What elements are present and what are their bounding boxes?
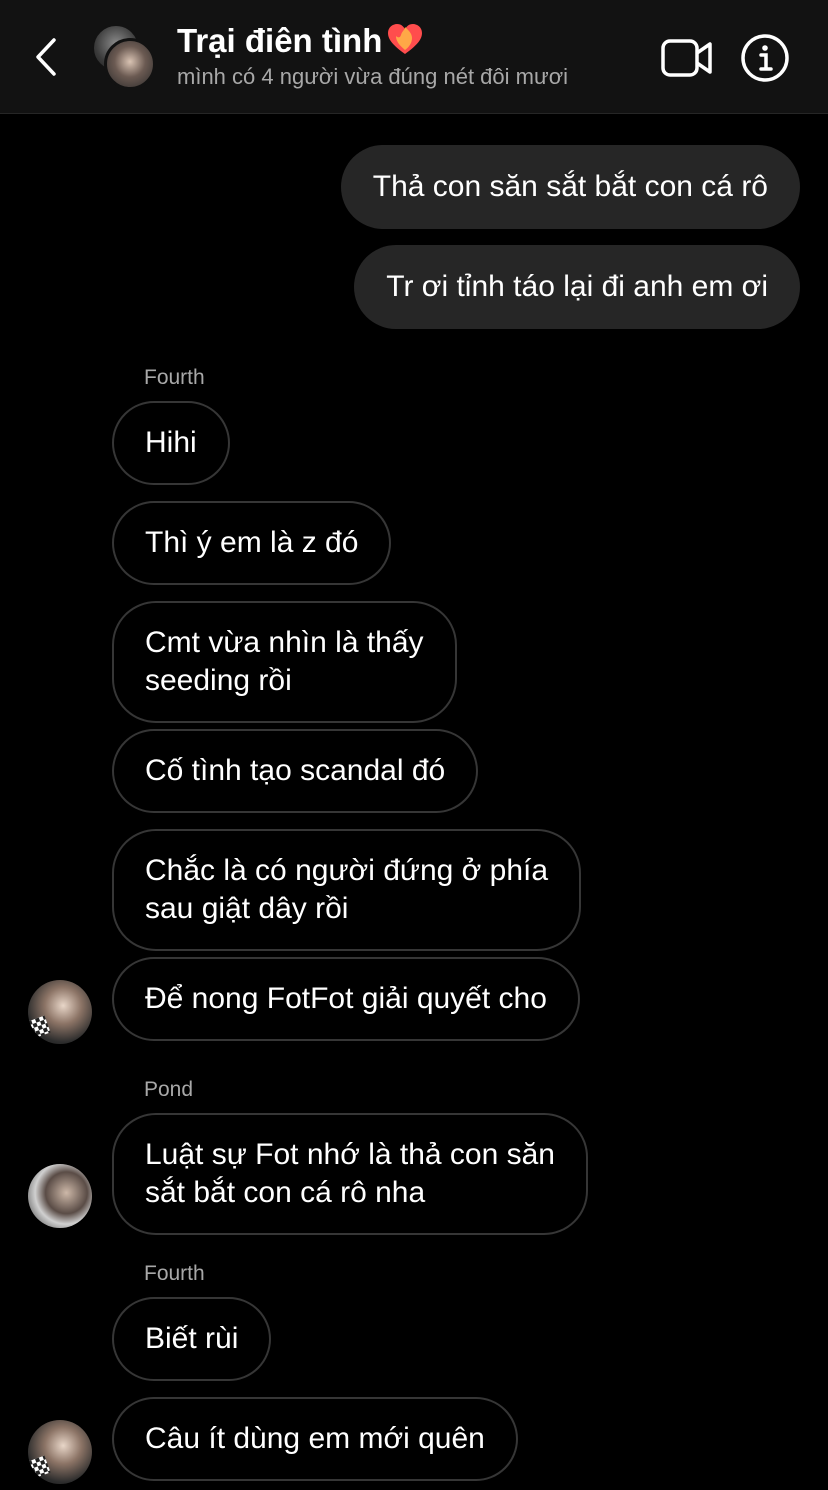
incoming-message[interactable]: Cố tình tạo scandal đó bbox=[112, 729, 479, 813]
video-call-button[interactable] bbox=[660, 36, 714, 80]
back-button[interactable] bbox=[26, 32, 66, 82]
chevron-left-icon bbox=[36, 38, 56, 76]
incoming-message[interactable]: Hihi bbox=[112, 401, 230, 485]
incoming-message[interactable]: Luật sự Fot nhớ là thả con săn sắt bắt c… bbox=[112, 1113, 588, 1235]
incoming-message[interactable]: Câu ít dùng em mới quên bbox=[112, 1397, 518, 1481]
message-text-line: sau giật dây rồi bbox=[145, 892, 349, 925]
message-text: Thì ý em là z đó bbox=[145, 526, 359, 559]
heart-on-fire-icon bbox=[388, 24, 423, 54]
message-text: Thả con săn sắt bắt con cá rô bbox=[372, 170, 768, 203]
message-text: Câu ít dùng em mới quên bbox=[145, 1422, 485, 1455]
message-text-line: sắt bắt con cá rô nha bbox=[145, 1176, 426, 1209]
chat-subtitle: mình có 4 người vừa đúng nét đôi mươi bbox=[177, 64, 569, 89]
chat-title-area[interactable]: Trại điên tình mình có 4 người vừa đúng … bbox=[177, 20, 568, 92]
chat-title: Trại điên tình bbox=[177, 20, 568, 62]
sender-name: Pond bbox=[144, 1078, 194, 1101]
member-avatar bbox=[104, 38, 156, 90]
checkered-flag-icon bbox=[28, 1455, 51, 1479]
outgoing-message[interactable]: Tr ơi tỉnh táo lại đi anh em ơi bbox=[354, 245, 800, 329]
sender-avatar[interactable] bbox=[28, 1164, 92, 1228]
message-text: Biết rùi bbox=[145, 1322, 239, 1355]
incoming-message[interactable]: Cmt vừa nhìn là thấy seeding rồi bbox=[112, 601, 457, 723]
message-text-line: seeding rồi bbox=[145, 664, 292, 697]
video-camera-icon bbox=[661, 39, 712, 77]
message-text-line: Luật sự Fot nhớ là thả con săn bbox=[145, 1138, 555, 1171]
sender-avatar[interactable] bbox=[28, 980, 92, 1044]
incoming-message[interactable]: Để nong FotFot giải quyết cho bbox=[112, 957, 580, 1041]
sender-name: Fourth bbox=[144, 366, 205, 389]
message-text-line: Cmt vừa nhìn là thấy bbox=[145, 626, 424, 659]
chat-title-text: Trại điên tình bbox=[177, 22, 383, 59]
message-text-line: Chắc là có người đứng ở phía bbox=[145, 854, 549, 887]
outgoing-message[interactable]: Thả con săn sắt bắt con cá rô bbox=[340, 145, 800, 229]
info-icon bbox=[741, 34, 789, 82]
message-text: Để nong FotFot giải quyết cho bbox=[145, 982, 547, 1015]
message-text: Tr ơi tỉnh táo lại đi anh em ơi bbox=[386, 270, 768, 303]
checkered-flag-icon bbox=[28, 1015, 51, 1039]
incoming-message[interactable]: Chắc là có người đứng ở phía sau giật dâ… bbox=[112, 829, 582, 951]
incoming-message[interactable]: Biết rùi bbox=[112, 1297, 272, 1381]
message-text: Hihi bbox=[145, 426, 197, 459]
chat-header: Trại điên tình mình có 4 người vừa đúng … bbox=[0, 0, 828, 114]
message-text: Cố tình tạo scandal đó bbox=[145, 754, 446, 787]
sender-avatar[interactable] bbox=[28, 1420, 92, 1484]
incoming-message[interactable]: Thì ý em là z đó bbox=[112, 501, 392, 585]
info-button[interactable] bbox=[740, 33, 790, 83]
group-avatar[interactable] bbox=[92, 24, 158, 90]
sender-name: Fourth bbox=[144, 1262, 205, 1285]
